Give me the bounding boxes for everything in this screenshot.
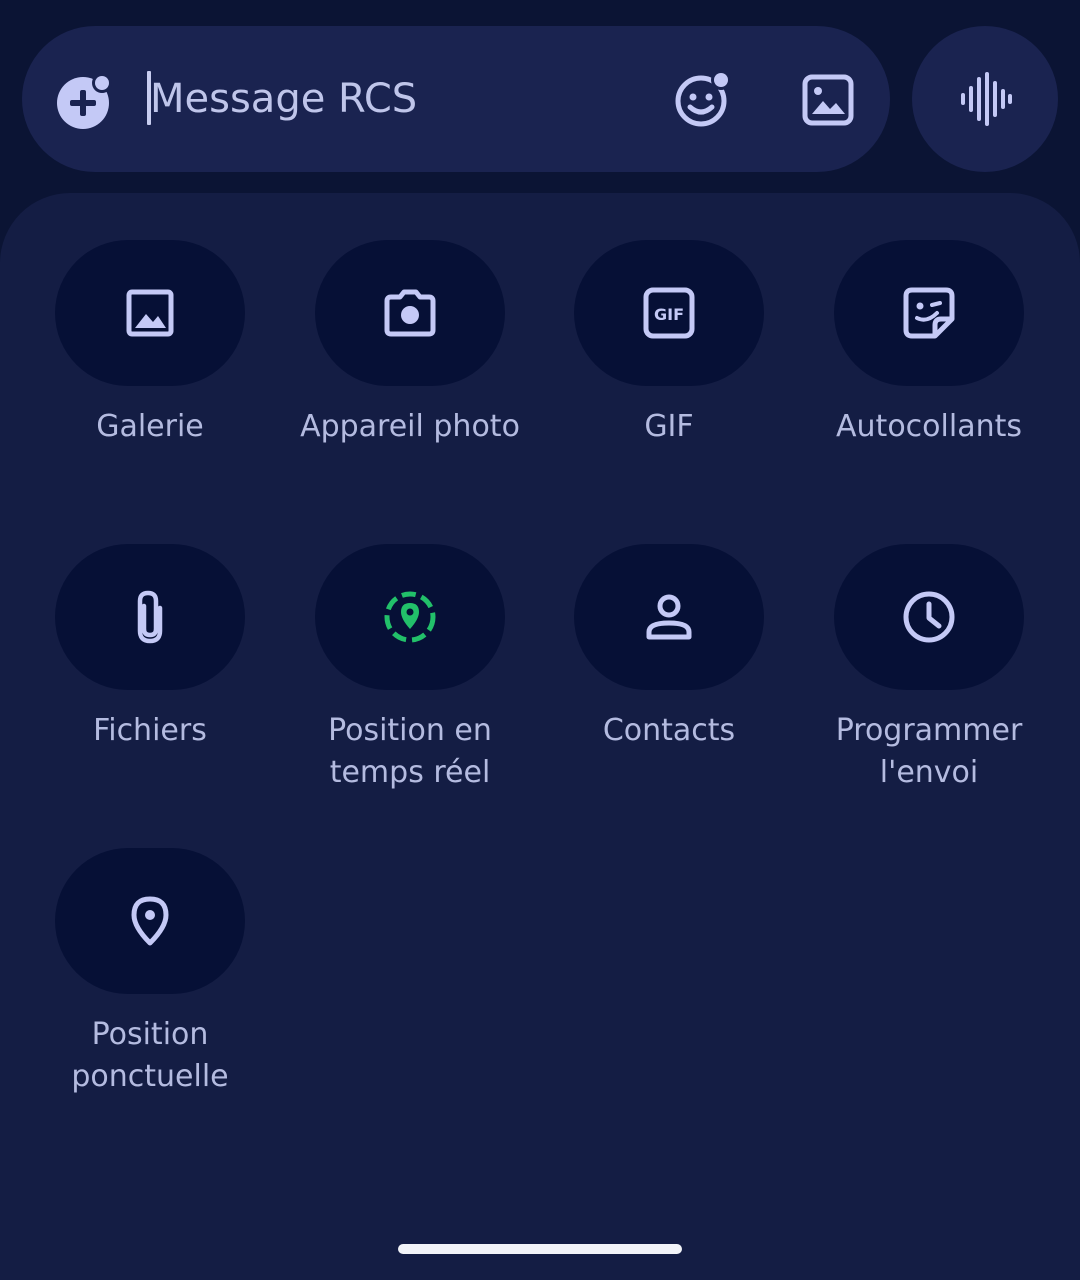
voice-message-button[interactable] [912, 26, 1058, 172]
image-icon [802, 74, 854, 126]
tile-button[interactable]: GIF [574, 240, 764, 386]
add-circle-icon [57, 73, 112, 129]
tile-button[interactable] [55, 240, 245, 386]
sticker-icon [903, 287, 955, 339]
tile-label: GIF [644, 409, 694, 444]
gif-icon: GIF [643, 287, 695, 339]
tile-button[interactable] [834, 240, 1024, 386]
paperclip-icon [137, 590, 163, 644]
tile-button[interactable] [315, 544, 505, 690]
gallery-icon [126, 289, 174, 337]
voice-waveform-icon [961, 72, 1012, 126]
tile-button[interactable] [55, 544, 245, 690]
tile-label: Contacts [602, 713, 736, 748]
image-button[interactable] [800, 72, 856, 128]
tile-label: Position en temps réel [328, 713, 492, 790]
tile-label: Autocollants [836, 409, 1022, 444]
emoji-icon [675, 70, 731, 127]
camera-icon [384, 289, 436, 337]
tile-label: Galerie [96, 409, 204, 444]
tile-label: Fichiers [93, 713, 207, 748]
tile-button[interactable] [315, 240, 505, 386]
tile-button[interactable] [574, 544, 764, 690]
screen: Galerie Appareil photo GIF GIF [0, 0, 1080, 1280]
svg-text:GIF: GIF [654, 305, 684, 324]
tile-button[interactable] [55, 848, 245, 994]
clock-icon [903, 591, 955, 643]
tile-label: Appareil photo [300, 409, 520, 444]
add-attachment-button[interactable] [56, 73, 112, 129]
home-indicator[interactable] [398, 1244, 682, 1254]
tile-label: Position ponctuelle [71, 1017, 229, 1094]
tile-label: Programmer l'envoi [835, 713, 1023, 790]
live-location-icon [384, 591, 436, 643]
location-pin-icon [131, 896, 169, 946]
tile-button[interactable] [834, 544, 1024, 690]
emoji-button[interactable] [672, 70, 732, 130]
person-icon [646, 594, 692, 640]
message-input[interactable] [150, 64, 630, 134]
